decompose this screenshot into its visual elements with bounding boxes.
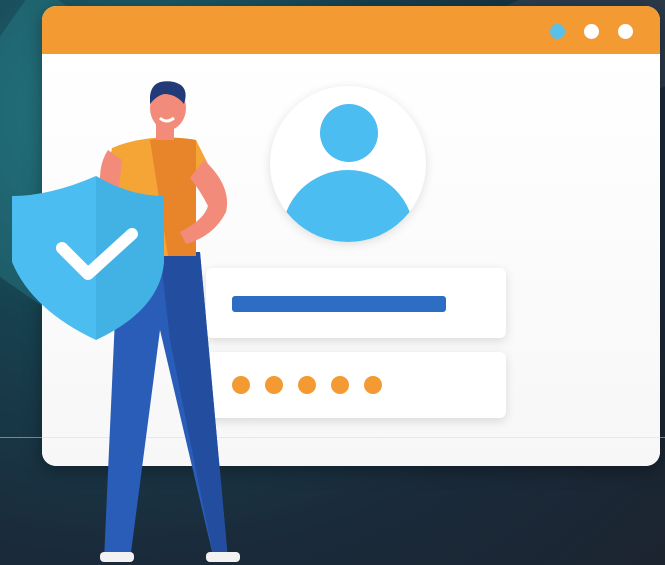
- divider: [0, 437, 665, 438]
- window-control-dot[interactable]: [584, 24, 599, 39]
- browser-window: [42, 6, 660, 466]
- user-avatar-icon: [270, 86, 426, 242]
- password-dot: [331, 376, 349, 394]
- person-shoe: [206, 552, 240, 562]
- password-dot: [364, 376, 382, 394]
- window-control-dot[interactable]: [550, 24, 565, 39]
- person-shoe: [100, 552, 134, 562]
- username-placeholder-bar: [232, 296, 446, 312]
- avatar-head: [320, 104, 378, 162]
- window-control-dot[interactable]: [618, 24, 633, 39]
- password-dot: [232, 376, 250, 394]
- password-field[interactable]: [206, 352, 506, 418]
- window-titlebar: [42, 6, 660, 54]
- avatar-body: [282, 170, 414, 242]
- username-field[interactable]: [206, 268, 506, 338]
- password-dot: [298, 376, 316, 394]
- password-dot: [265, 376, 283, 394]
